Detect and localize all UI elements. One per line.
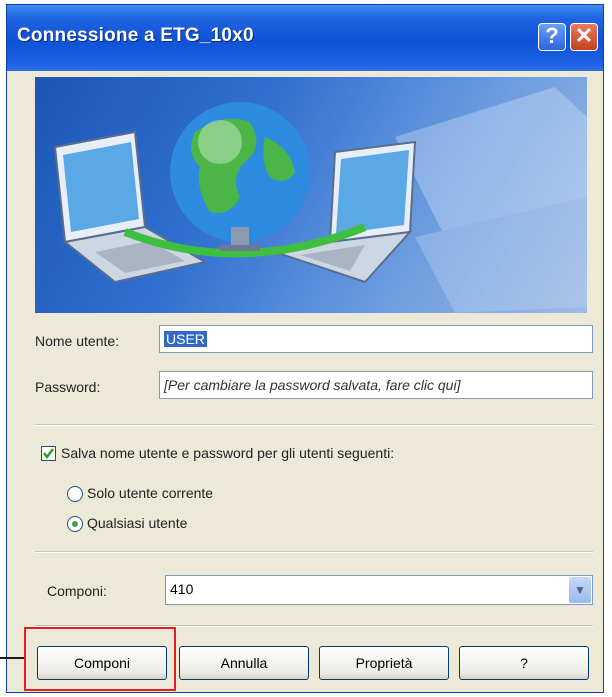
background-laptop-icon (395, 87, 587, 313)
checkmark-icon (43, 448, 54, 459)
password-hint: [Per cambiare la password salvata, fare … (164, 377, 461, 393)
radio-current-user[interactable] (67, 486, 83, 502)
pointer-arrow-icon (0, 657, 24, 659)
password-label: Password: (35, 379, 101, 395)
dial-up-connection-dialog: Connessione a ETG_10x0 ? ✕ Nome utente: … (6, 4, 604, 693)
globe-stand (231, 227, 249, 247)
title-bar[interactable]: Connessione a ETG_10x0 ? ✕ (7, 5, 603, 71)
dial-button-highlight-box (24, 627, 176, 691)
globe-icon (170, 102, 310, 242)
password-input[interactable]: [Per cambiare la password salvata, fare … (159, 371, 593, 399)
radio-any-user[interactable] (67, 516, 83, 532)
connection-banner-image (35, 77, 587, 313)
username-label: Nome utente: (35, 333, 120, 349)
window-title: Connessione a ETG_10x0 (17, 25, 254, 46)
dial-number-combobox[interactable]: 410 ▼ (165, 575, 593, 605)
help-button[interactable]: ? (538, 23, 566, 51)
cancel-button[interactable]: Annulla (179, 646, 309, 680)
help-dialog-button[interactable]: ? (459, 646, 589, 680)
save-credentials-checkbox[interactable] (41, 446, 56, 461)
separator (35, 551, 593, 553)
properties-button[interactable]: Proprietà (319, 646, 449, 680)
radio-any-user-label: Qualsiasi utente (87, 515, 188, 531)
save-credentials-label: Salva nome utente e password per gli ute… (61, 445, 395, 461)
separator (35, 424, 593, 426)
username-input[interactable]: USER (159, 325, 593, 353)
chevron-down-icon[interactable]: ▼ (569, 577, 591, 603)
radio-current-user-label: Solo utente corrente (87, 485, 214, 501)
radio-selected-dot (72, 521, 78, 527)
close-button[interactable]: ✕ (570, 23, 598, 51)
username-value: USER (164, 331, 207, 347)
dial-number-value: 410 (170, 581, 194, 597)
dial-label: Componi: (47, 583, 107, 599)
